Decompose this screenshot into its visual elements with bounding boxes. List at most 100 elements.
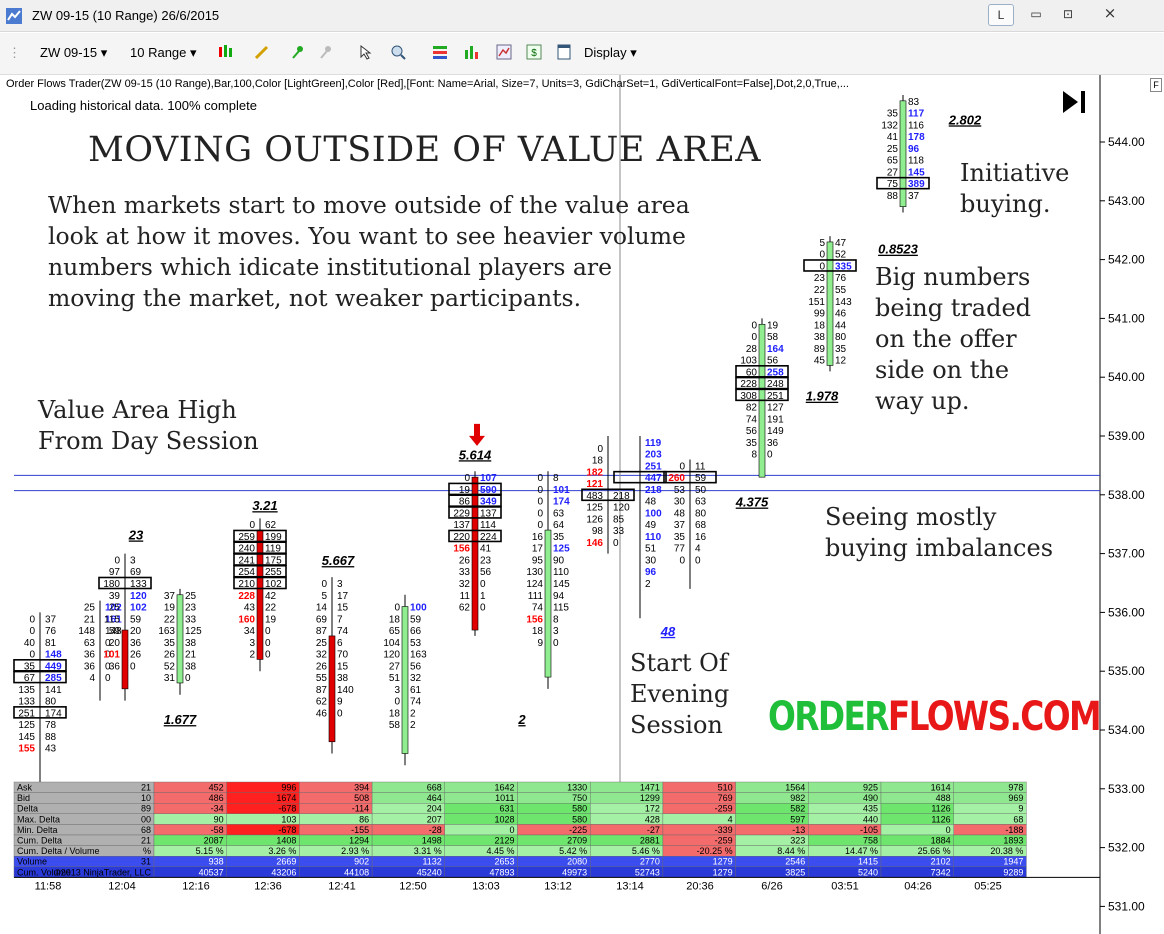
table-cell-value: 5240: [858, 867, 878, 877]
price-tick-label: 532.00: [1108, 841, 1145, 855]
bid-volume: 133: [18, 697, 35, 708]
bid-volume: 28: [746, 344, 758, 355]
bid-volume: 39: [109, 591, 121, 602]
bid-volume: 26: [316, 661, 328, 672]
table-cell-value: 103: [281, 814, 296, 824]
table-cell-value: 394: [354, 783, 369, 793]
ask-volume: 33: [185, 614, 197, 625]
bid-volume: 35: [746, 438, 758, 449]
instrument-selector[interactable]: ZW 09-15 ▾: [40, 43, 107, 63]
table-cell-value: 45240: [417, 867, 442, 877]
ask-volume: 218: [645, 485, 662, 496]
table-cell-value: 1011: [495, 793, 514, 803]
ask-volume: 66: [410, 626, 422, 637]
ask-volume: 81: [45, 638, 57, 649]
table-first-value: 21: [141, 783, 151, 793]
ask-volume: 61: [410, 685, 422, 696]
table-cell-value: 1126: [931, 804, 950, 814]
time-tick-label: 13:14: [616, 880, 644, 892]
loading-status: Loading historical data. 100% complete: [30, 98, 257, 113]
ask-volume: 16: [695, 532, 707, 543]
bid-volume: 0: [597, 444, 603, 455]
annotation-bignum-line: side on the: [875, 356, 1010, 384]
table-cell: [662, 813, 736, 825]
table-cell-value: 1415: [858, 857, 878, 867]
bid-volume: 132: [881, 120, 898, 131]
table-cell-value: 1884: [931, 836, 951, 846]
table-cell-value: -259: [715, 836, 733, 846]
table-cell-value: 2669: [276, 857, 296, 867]
ask-volume: 90: [553, 555, 565, 566]
bid-volume: 18: [592, 456, 604, 467]
dollar-icon[interactable]: $: [526, 44, 542, 60]
ask-volume: 0: [480, 579, 486, 590]
zoom-icon[interactable]: [390, 44, 406, 60]
bid-volume: 121: [586, 479, 603, 490]
data-box-icon[interactable]: [556, 44, 572, 60]
table-cell-value: 1279: [713, 857, 733, 867]
close-button[interactable]: ⨯: [1090, 4, 1130, 26]
ask-volume: 0: [185, 673, 191, 684]
cursor-icon[interactable]: [358, 44, 374, 60]
table-cell-value: -259: [715, 804, 733, 814]
bid-volume: 87: [316, 685, 328, 696]
bar-delta-label: 0.8523: [878, 242, 919, 257]
bid-volume: 103: [740, 356, 757, 367]
ask-volume: 116: [908, 120, 924, 131]
strategy-icon[interactable]: [496, 44, 512, 60]
period-selector[interactable]: 10 Range ▾: [130, 43, 197, 63]
bid-volume: 0: [321, 579, 327, 590]
bid-volume: 22: [814, 285, 826, 296]
annotation-paragraph-line: numbers which idicate institutional play…: [48, 253, 613, 281]
table-cell-value: 597: [790, 814, 805, 824]
bar-body: [471, 476, 479, 631]
table-cell-value: 1330: [567, 783, 587, 793]
draw-pencil-icon[interactable]: [254, 44, 270, 60]
bar-body: [899, 100, 907, 207]
table-cell-value: 750: [572, 793, 587, 803]
ask-volume: 12: [835, 356, 847, 367]
table-cell-value: 2080: [567, 857, 587, 867]
footprint-bar: 37 25 19 23 22 33 163 125 35 38 26 21 52 38 31 0: [158, 588, 202, 695]
ask-volume: 127: [767, 403, 784, 414]
bid-volume: 82: [746, 403, 758, 414]
annotation-value-area-high: Value Area High From Day Session: [38, 395, 259, 457]
ask-volume: 48: [645, 497, 657, 508]
ask-volume: 37: [45, 614, 57, 625]
ask-volume: 38: [185, 638, 197, 649]
annotation-vah-line: Value Area High: [38, 396, 237, 424]
bid-volume: 59: [109, 626, 121, 637]
bid-volume: 115: [104, 614, 120, 625]
footprint-bar: 0 62259 199240 119241 175254 255210 102228 4243…: [233, 518, 287, 672]
display-menu[interactable]: Display ▾: [584, 43, 637, 63]
maximize-button[interactable]: ⊡: [1054, 4, 1082, 26]
bar-delta-label: 5.614: [459, 447, 492, 462]
scroll-to-end-icon[interactable]: [1060, 88, 1088, 116]
bid-volume: 51: [389, 673, 401, 684]
bid-volume: 0: [29, 650, 35, 661]
link-button[interactable]: L: [988, 4, 1014, 26]
bid-volume: 32: [316, 650, 328, 661]
indicators-icon[interactable]: [464, 44, 480, 60]
annotation-evening-line: Start Of: [630, 649, 728, 677]
ask-volume: 74: [410, 697, 422, 708]
bid-volume: 3: [394, 685, 400, 696]
table-cell-value: 1564: [785, 783, 805, 793]
table-cell-value: 4: [728, 814, 733, 824]
properties-icon[interactable]: [432, 44, 448, 60]
table-cell-value: -155: [351, 825, 369, 835]
time-tick-label: 12:04: [108, 880, 136, 892]
ask-volume: 0: [337, 708, 343, 719]
table-cell-value: 0: [509, 825, 514, 835]
bid-volume: 137: [453, 520, 470, 531]
annotation-initiative-line: Initiative: [960, 159, 1070, 187]
ask-volume: 19: [767, 320, 779, 331]
bar-body: [256, 529, 264, 660]
ask-volume: 74: [337, 626, 349, 637]
pin-icon[interactable]: [290, 44, 306, 60]
table-cell-value: 3825: [785, 867, 805, 877]
unpin-icon[interactable]: [318, 44, 334, 60]
f-button[interactable]: F: [1150, 78, 1162, 92]
minimize-button[interactable]: ▭: [1022, 4, 1050, 26]
bar-style-icon[interactable]: [218, 44, 234, 60]
